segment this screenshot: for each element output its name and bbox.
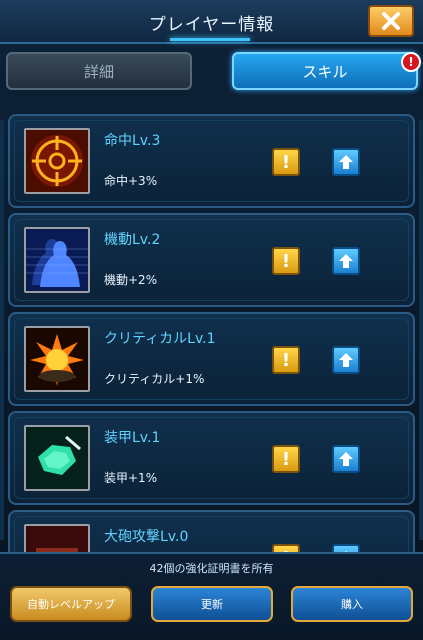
close-icon <box>382 12 400 30</box>
cannon-icon <box>24 524 90 552</box>
armor-icon <box>24 425 90 491</box>
auto-levelup-button[interactable]: 自動レベルアップ <box>10 586 132 622</box>
exclamation-icon: ! <box>281 151 291 173</box>
tab-detail[interactable]: 詳細 <box>6 52 192 90</box>
certificate-count-text: 42個の強化証明書を所有 <box>149 562 274 575</box>
upgrade-button[interactable] <box>332 544 360 552</box>
skill-name: クリティカルLv.1 <box>104 331 216 347</box>
header-bar: プレイヤー情報 <box>0 0 423 44</box>
arrow-up-icon <box>339 155 353 169</box>
skill-card-accuracy: 命中Lv.3 命中+3% ! <box>8 114 415 208</box>
warning-button[interactable]: ! <box>272 247 300 275</box>
warning-button[interactable]: ! <box>272 544 300 552</box>
tab-bar: 詳細 スキル <box>0 50 423 94</box>
tab-skill-alert-badge: ! <box>401 52 421 72</box>
arrow-up-icon <box>339 353 353 367</box>
exclamation-icon: ! <box>281 349 291 371</box>
skill-name: 大砲攻撃Lv.0 <box>104 529 189 545</box>
skill-effect: 機動+2% <box>104 273 158 287</box>
skill-card-mobility: 機動Lv.2 機動+2% ! <box>8 213 415 307</box>
upgrade-button[interactable] <box>332 445 360 473</box>
crosshair-icon <box>24 128 90 194</box>
upgrade-button[interactable] <box>332 148 360 176</box>
exclamation-icon: ! <box>281 250 291 272</box>
mobility-silhouette-icon <box>24 227 90 293</box>
close-button[interactable] <box>368 5 414 37</box>
arrow-up-icon <box>339 452 353 466</box>
skill-effect: クリティカル+1% <box>104 372 205 386</box>
skill-card-cannon: 大砲攻撃Lv.0 ! <box>8 510 415 552</box>
exclamation-icon: ! <box>281 448 291 470</box>
tab-skill[interactable]: スキル <box>232 52 418 90</box>
warning-button[interactable]: ! <box>272 445 300 473</box>
skill-list[interactable]: 命中Lv.3 命中+3% ! 機動Lv.2 機動+2% ! クリティカルLv.1… <box>0 100 423 552</box>
page-title: プレイヤー情報 <box>148 15 275 35</box>
footer-bar: 42個の強化証明書を所有 自動レベルアップ 更新 購入 <box>0 552 423 640</box>
warning-button[interactable]: ! <box>272 148 300 176</box>
upgrade-button[interactable] <box>332 247 360 275</box>
skill-name: 装甲Lv.1 <box>104 430 161 446</box>
skill-effect: 装甲+1% <box>104 471 158 485</box>
warning-button[interactable]: ! <box>272 346 300 374</box>
explosion-icon <box>24 326 90 392</box>
skill-effect: 命中+3% <box>104 174 158 188</box>
refresh-button[interactable]: 更新 <box>151 586 273 622</box>
skill-name: 命中Lv.3 <box>104 133 161 149</box>
skill-name: 機動Lv.2 <box>104 232 161 248</box>
upgrade-button[interactable] <box>332 346 360 374</box>
skill-card-armor: 装甲Lv.1 装甲+1% ! <box>8 411 415 505</box>
skill-card-critical: クリティカルLv.1 クリティカル+1% ! <box>8 312 415 406</box>
arrow-up-icon <box>339 254 353 268</box>
player-info-screen: プレイヤー情報 詳細 スキル ! 命中Lv.3 命中+3% ! 機動Lv.2 機… <box>0 0 423 640</box>
buy-button[interactable]: 購入 <box>291 586 413 622</box>
